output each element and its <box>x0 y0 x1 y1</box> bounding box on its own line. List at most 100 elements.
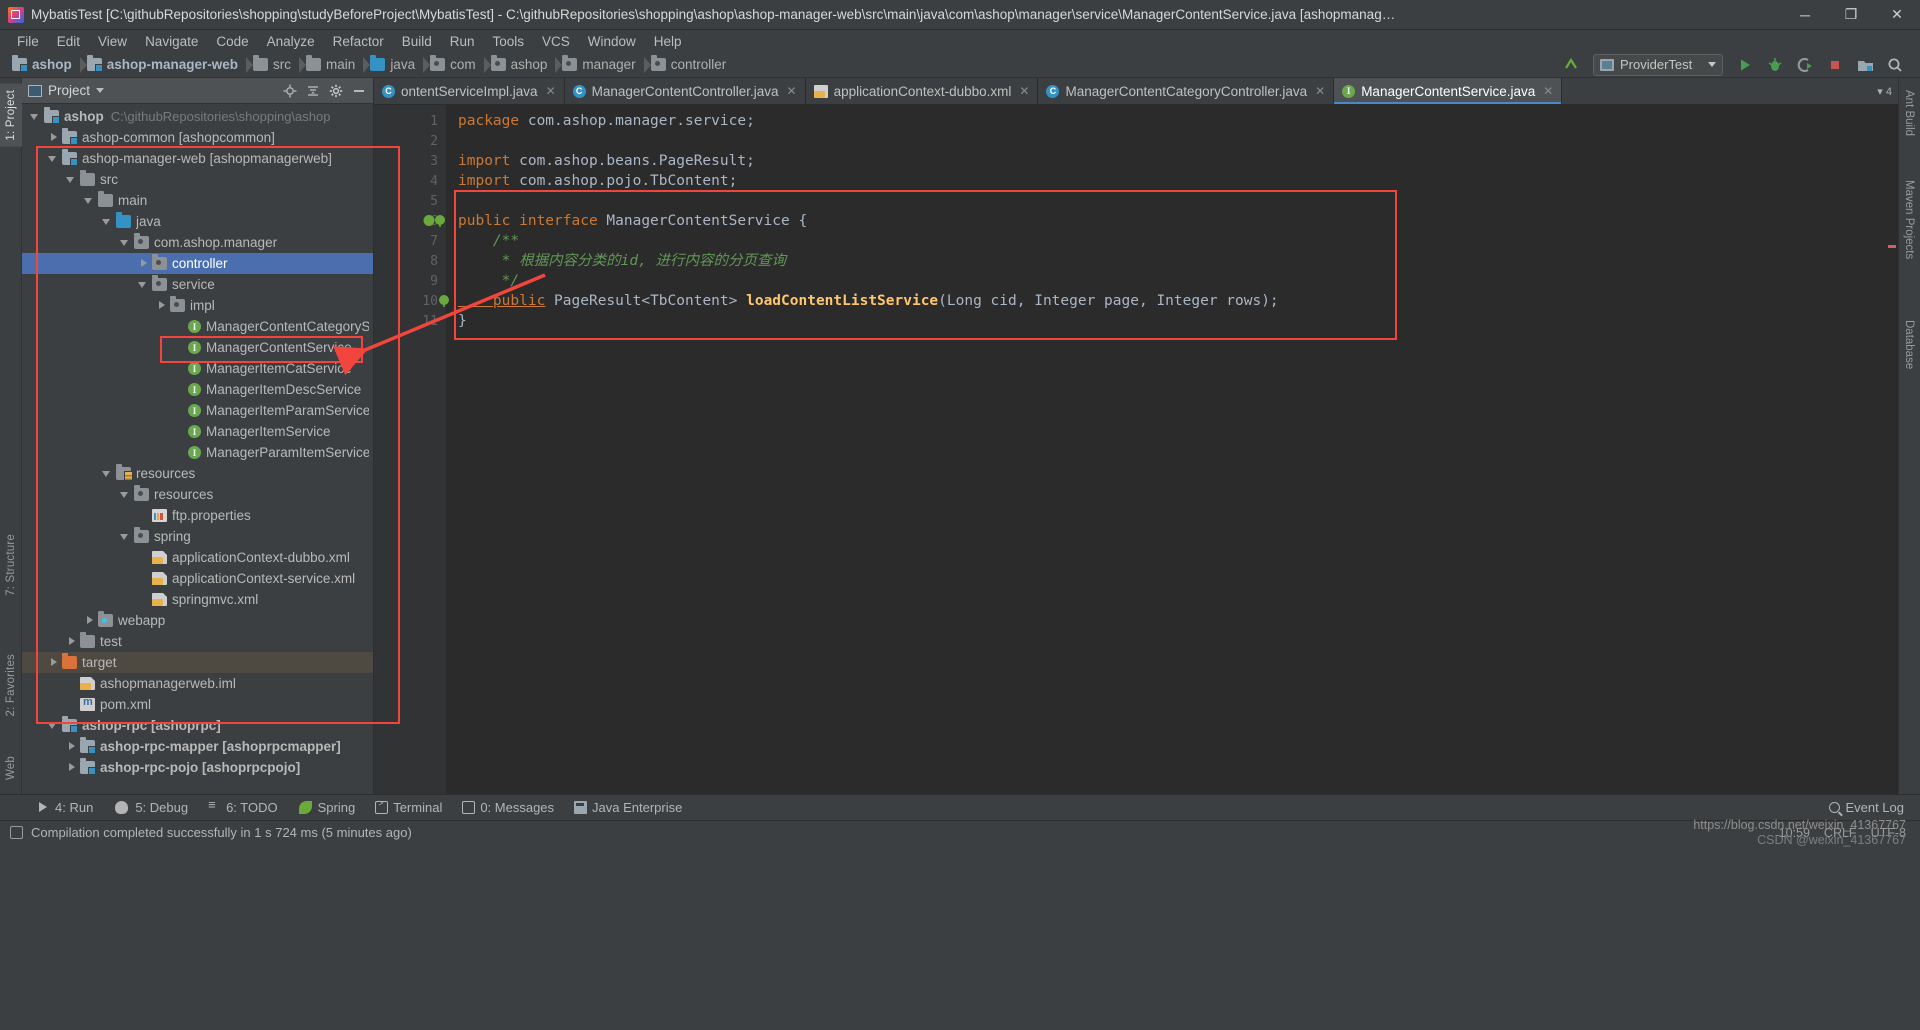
tree-right-arrow-icon[interactable] <box>84 615 95 626</box>
debug-icon[interactable] <box>1762 54 1788 76</box>
tree-node-manageritemservice[interactable]: I ManagerItemService <box>22 421 373 442</box>
tree-right-arrow-icon[interactable] <box>156 300 167 311</box>
strip-maven-projects[interactable]: Maven Projects <box>1898 174 1920 265</box>
tree-node-spring[interactable]: spring <box>22 526 373 547</box>
tree-node-ashopmanagerweb-iml[interactable]: ashopmanagerweb.iml <box>22 673 373 694</box>
gutter-line-1[interactable]: 1 <box>374 111 446 131</box>
gutter-line-7[interactable]: 7 <box>374 231 446 251</box>
tree-node-managerparamitemservice[interactable]: I ManagerParamItemService <box>22 442 373 463</box>
strip-ant-build[interactable]: Ant Build <box>1898 84 1920 142</box>
locate-icon[interactable] <box>280 81 300 101</box>
tree-node-springmvc-xml[interactable]: springmvc.xml <box>22 589 373 610</box>
tree-node-controller[interactable]: controller <box>22 253 373 274</box>
hide-icon[interactable] <box>349 81 369 101</box>
tree-right-arrow-icon[interactable] <box>66 741 77 752</box>
project-tree[interactable]: ashop C:\githubRepositories\shopping\asho… <box>22 104 373 794</box>
gutter-line-11[interactable]: 11 <box>374 311 446 331</box>
strip-structure[interactable]: 7: Structure <box>0 528 22 602</box>
gutter-line-4[interactable]: 4 <box>374 171 446 191</box>
menu-vcs[interactable]: VCS <box>533 32 579 51</box>
close-icon[interactable]: ✕ <box>1543 84 1553 98</box>
tree-node-src[interactable]: src <box>22 169 373 190</box>
tree-node-main[interactable]: main <box>22 190 373 211</box>
run-with-coverage-icon[interactable] <box>1792 54 1818 76</box>
tree-node-ashop-rpc-mapper-ashoprpcmapper[interactable]: ashop-rpc-mapper [ashoprpcmapper] <box>22 736 373 757</box>
close-icon[interactable]: ✕ <box>1019 84 1029 98</box>
tree-right-arrow-icon[interactable] <box>66 762 77 773</box>
tree-node-ashop-common-ashopcommon[interactable]: ashop-common [ashopcommon] <box>22 127 373 148</box>
tree-node-manageritemcatservice[interactable]: I ManagerItemCatService <box>22 358 373 379</box>
breadcrumb-item-ashop-manager-web[interactable]: ashop-manager-web <box>85 54 254 76</box>
tree-down-arrow-icon[interactable] <box>102 216 113 227</box>
gutter-line-6[interactable]: 6 <box>374 211 446 231</box>
search-everywhere-icon[interactable] <box>1558 54 1584 76</box>
menu-code[interactable]: Code <box>207 32 257 51</box>
gutter-line-9[interactable]: 9 <box>374 271 446 291</box>
tree-node-managercontentservice[interactable]: I ManagerContentService <box>22 337 373 358</box>
close-icon[interactable]: ✕ <box>546 84 556 98</box>
menu-analyze[interactable]: Analyze <box>258 32 324 51</box>
tree-node-applicationcontext-service-xml[interactable]: applicationContext-service.xml <box>22 568 373 589</box>
menu-build[interactable]: Build <box>393 32 441 51</box>
tab-overflow-control[interactable]: ▾ 4 <box>1871 78 1898 104</box>
strip-web[interactable]: Web <box>0 750 22 786</box>
bottom-tab-5-debug[interactable]: 5: Debug <box>104 798 197 817</box>
tree-node-service[interactable]: service <box>22 274 373 295</box>
bottom-tab-java-enterprise[interactable]: Java Enterprise <box>565 798 691 817</box>
gutter-line-2[interactable]: 2 <box>374 131 446 151</box>
tree-down-arrow-icon[interactable] <box>30 111 41 122</box>
tree-right-arrow-icon[interactable] <box>138 258 149 269</box>
editor-tab-ontentserviceimpl-java[interactable]: ContentServiceImpl.java ✕ <box>374 78 565 104</box>
gutter-line-10[interactable]: 10 <box>374 291 449 311</box>
tree-node-ashop[interactable]: ashop C:\githubRepositories\shopping\asho… <box>22 106 373 127</box>
breadcrumb-item-java[interactable]: java <box>368 54 430 76</box>
menu-help[interactable]: Help <box>645 32 691 51</box>
tree-down-arrow-icon[interactable] <box>84 195 95 206</box>
bottom-tab-0-messages[interactable]: 0: Messages <box>453 798 563 817</box>
run-icon[interactable] <box>1732 54 1758 76</box>
tree-node-managercontentcategoryservice[interactable]: I ManagerContentCategoryService <box>22 316 373 337</box>
minimize-button[interactable]: ─ <box>1782 0 1828 30</box>
editor-tab-managercontentservice-java[interactable]: I ManagerContentService.java ✕ <box>1334 78 1563 104</box>
tree-node-pom-xml[interactable]: pom.xml <box>22 694 373 715</box>
gear-icon[interactable] <box>326 81 346 101</box>
tree-down-arrow-icon[interactable] <box>66 174 77 185</box>
breadcrumb-item-ashop[interactable]: ashop <box>10 54 87 76</box>
project-structure-icon[interactable] <box>1852 54 1878 76</box>
strip-project[interactable]: 1: Project <box>0 84 22 147</box>
tree-node-com-ashop-manager[interactable]: com.ashop.manager <box>22 232 373 253</box>
code-content[interactable]: package com.ashop.manager.service; impor… <box>446 105 1898 794</box>
search-icon[interactable] <box>1882 54 1908 76</box>
tree-right-arrow-icon[interactable] <box>48 657 59 668</box>
chevron-down-icon[interactable] <box>96 88 105 93</box>
status-info-icon[interactable] <box>10 826 23 839</box>
editor-tab-managercontentcontroller-java[interactable]: C ManagerContentController.java ✕ <box>564 78 806 104</box>
tree-node-ftp-properties[interactable]: ftp.properties <box>22 505 373 526</box>
collapse-all-icon[interactable] <box>303 81 323 101</box>
menu-view[interactable]: View <box>89 32 136 51</box>
close-icon[interactable]: ✕ <box>787 84 797 98</box>
bottom-tab-spring[interactable]: Spring <box>289 797 365 818</box>
gutter-line-8[interactable]: 8 <box>374 251 446 271</box>
editor-gutter[interactable]: 1234567891011 <box>374 105 449 794</box>
gutter-line-3[interactable]: 3 <box>374 151 446 171</box>
maximize-button[interactable]: ❐ <box>1828 0 1874 30</box>
tree-node-test[interactable]: test <box>22 631 373 652</box>
tree-node-webapp[interactable]: webapp <box>22 610 373 631</box>
tree-down-arrow-icon[interactable] <box>48 720 59 731</box>
tree-node-manageritemparamservice[interactable]: I ManagerItemParamService <box>22 400 373 421</box>
tree-node-manageritemdescservice[interactable]: I ManagerItemDescService <box>22 379 373 400</box>
tree-node-applicationcontext-dubbo-xml[interactable]: applicationContext-dubbo.xml <box>22 547 373 568</box>
run-configuration-selector[interactable]: ProviderTest <box>1593 53 1723 76</box>
tree-node-resources[interactable]: resources <box>22 463 373 484</box>
breadcrumb-item-com[interactable]: com <box>428 54 491 76</box>
menu-window[interactable]: Window <box>579 32 645 51</box>
tree-node-impl[interactable]: impl <box>22 295 373 316</box>
breadcrumb-item-ashop[interactable]: ashop <box>489 54 563 76</box>
tree-node-java[interactable]: java <box>22 211 373 232</box>
menu-edit[interactable]: Edit <box>48 32 89 51</box>
bottom-tab-terminal[interactable]: Terminal <box>366 798 451 817</box>
bottom-tab-4-run[interactable]: 4: Run <box>28 798 102 817</box>
menu-refactor[interactable]: Refactor <box>324 32 393 51</box>
bottom-tab-6-todo[interactable]: 6: TODO <box>199 797 287 817</box>
